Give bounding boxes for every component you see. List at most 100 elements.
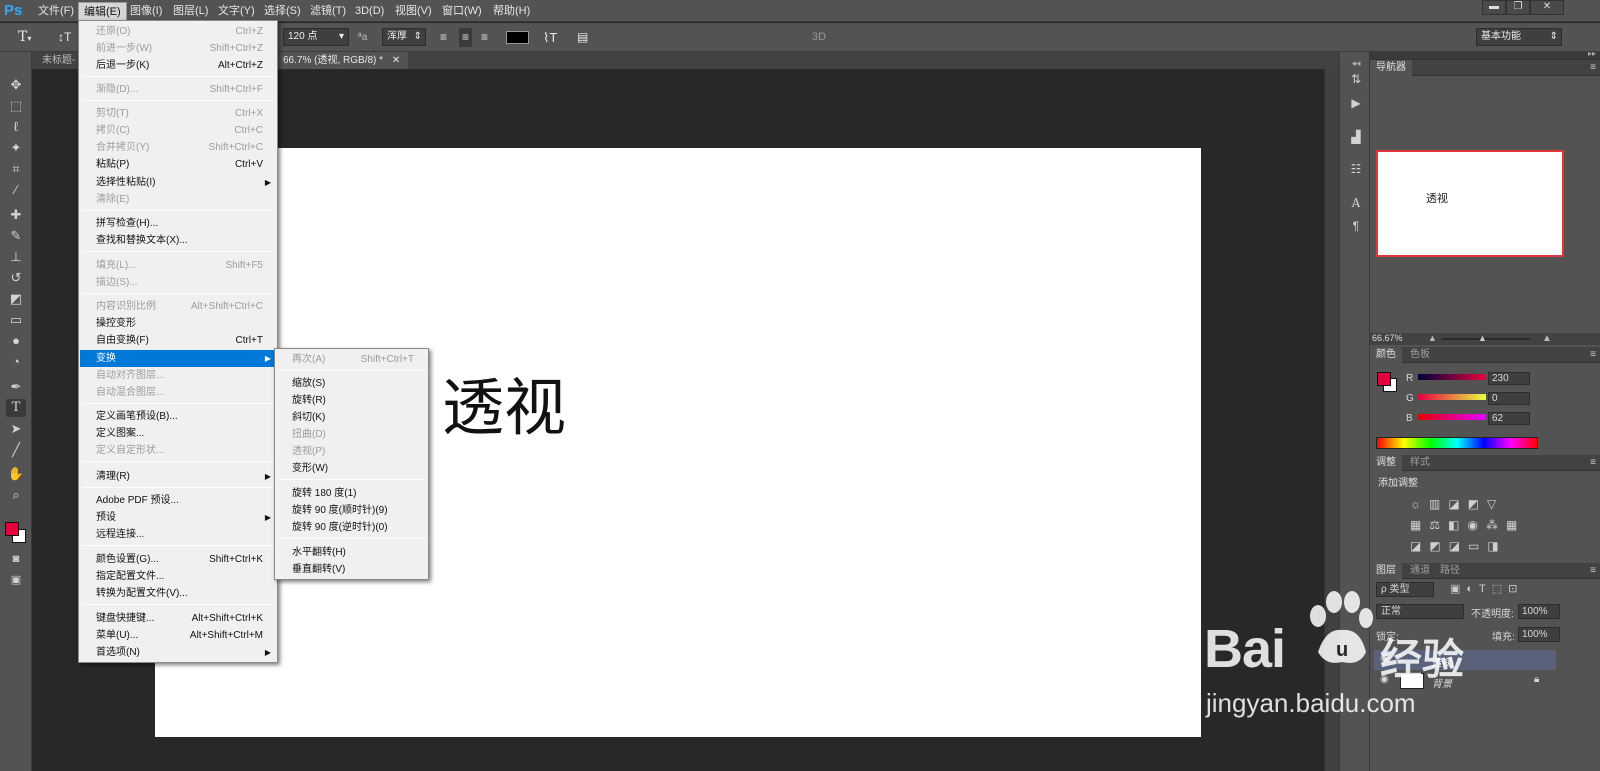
threed-label[interactable]: 3D xyxy=(812,28,826,47)
properties-panel-icon[interactable]: ☷ xyxy=(1346,160,1366,178)
menu-item-define-custom-shape[interactable]: 定义自定形状... xyxy=(80,442,276,459)
g-slider[interactable] xyxy=(1418,394,1486,400)
pen-tool-icon[interactable]: ✒ xyxy=(6,378,26,396)
posterize-icon[interactable]: ◩ xyxy=(1429,539,1448,553)
close-icon[interactable]: ✕ xyxy=(392,55,400,66)
menu-item-step-backward[interactable]: 后退一步(K) Alt+Ctrl+Z xyxy=(80,57,276,74)
menu-edit[interactable]: 编辑(E) xyxy=(78,2,127,20)
character-panel-icon[interactable]: ▤ xyxy=(577,28,588,47)
menu-item-scale[interactable]: 缩放(S) xyxy=(276,375,427,392)
menu-item-purge[interactable]: 清理(R) ▶ xyxy=(80,468,276,485)
menu-item-warp[interactable]: 变形(W) xyxy=(276,460,427,477)
adjustment-icons-grid[interactable]: ☼▥◪◩▽ ▦⚖◧◉⁂▦ ◪◩◪▭◨ xyxy=(1410,494,1550,558)
menu-item-rotate-180[interactable]: 旋转 180 度(1) xyxy=(276,485,427,502)
panel-menu-icon[interactable]: ≡ xyxy=(1590,563,1596,579)
shape-tool-icon[interactable]: ╱ xyxy=(6,441,26,459)
gradient-tool-icon[interactable]: ▭ xyxy=(6,311,26,329)
vibrance-icon[interactable]: ▽ xyxy=(1487,497,1504,511)
menu-item-flip-horizontal[interactable]: 水平翻转(H) xyxy=(276,544,427,561)
canvas-text-layer[interactable]: 透视 xyxy=(442,370,566,446)
tab-color[interactable]: 颜色 xyxy=(1370,347,1402,363)
menu-filter[interactable]: 滤镜(T) xyxy=(305,2,351,20)
menu-item-stroke[interactable]: 描边(S)... xyxy=(80,274,276,291)
antialias-select[interactable]: 浑厚 ⇕ xyxy=(382,28,426,46)
brightness-icon[interactable]: ☼ xyxy=(1410,497,1429,511)
close-button[interactable]: ✕ xyxy=(1530,0,1564,15)
tab-paths[interactable]: 路径 xyxy=(1434,563,1466,579)
photo-filter-icon[interactable]: ◉ xyxy=(1467,518,1485,532)
menu-select[interactable]: 选择(S) xyxy=(259,2,306,20)
menu-item-rotate-90-cw[interactable]: 旋转 90 度(顺时针)(9) xyxy=(276,502,427,519)
menu-item-presets[interactable]: 预设 ▶ xyxy=(80,509,276,526)
menu-item-keyboard-shortcuts[interactable]: 键盘快捷键... Alt+Shift+Ctrl+K xyxy=(80,610,276,627)
menu-item-perspective[interactable]: 透视(P) xyxy=(276,443,427,460)
menu-item-preferences[interactable]: 首选项(N) ▶ xyxy=(80,644,276,661)
panel-menu-icon[interactable]: ≡ xyxy=(1590,60,1596,76)
lasso-tool-icon[interactable]: ℓ xyxy=(6,118,26,136)
r-value-field[interactable]: 230 xyxy=(1488,372,1530,385)
threshold-icon[interactable]: ◪ xyxy=(1449,539,1468,553)
collapse-icon[interactable]: ▸▸ xyxy=(1588,49,1596,58)
menu-item-undo[interactable]: 还原(O) Ctrl+Z xyxy=(80,23,276,40)
menu-file[interactable]: 文件(F) xyxy=(33,2,79,20)
b-slider[interactable] xyxy=(1418,414,1486,420)
color-panel-foreground-swatch[interactable] xyxy=(1377,372,1391,386)
quick-mask-icon[interactable]: ◙ xyxy=(6,550,26,568)
menu-item-copy-merged[interactable]: 合并拷贝(Y) Shift+Ctrl+C xyxy=(80,139,276,156)
tab-styles[interactable]: 样式 xyxy=(1404,455,1436,471)
align-center-icon[interactable]: ≡ xyxy=(459,28,473,47)
menu-item-menus[interactable]: 菜单(U)... Alt+Shift+Ctrl+M xyxy=(80,627,276,644)
character-panel-icon[interactable]: A xyxy=(1346,194,1366,212)
navigator-preview[interactable]: 透视 xyxy=(1376,150,1564,257)
blur-tool-icon[interactable]: ● xyxy=(6,332,26,350)
levels-icon[interactable]: ▥ xyxy=(1429,497,1448,511)
magic-wand-tool-icon[interactable]: ✦ xyxy=(6,139,26,157)
menu-item-find-replace[interactable]: 查找和替换文本(X)... xyxy=(80,232,276,249)
channel-mixer-icon[interactable]: ⁂ xyxy=(1486,518,1506,532)
menu-item-free-transform[interactable]: 自由变换(F) Ctrl+T xyxy=(80,332,276,349)
menu-item-color-settings[interactable]: 颜色设置(G)... Shift+Ctrl+K xyxy=(80,551,276,568)
gradient-map-icon[interactable]: ▭ xyxy=(1468,539,1487,553)
workspace-select[interactable]: 基本功能 ⇕ xyxy=(1476,28,1562,46)
menu-item-skew[interactable]: 斜切(K) xyxy=(276,409,427,426)
menu-3d[interactable]: 3D(D) xyxy=(350,2,389,20)
zoom-out-icon[interactable]: ▲ xyxy=(1428,333,1437,343)
history-brush-tool-icon[interactable]: ↺ xyxy=(6,269,26,287)
actions-panel-icon[interactable]: ▶ xyxy=(1346,94,1366,112)
menu-item-cut[interactable]: 剪切(T) Ctrl+X xyxy=(80,105,276,122)
menu-item-assign-profile[interactable]: 指定配置文件... xyxy=(80,568,276,585)
black-white-icon[interactable]: ◧ xyxy=(1448,518,1467,532)
menu-item-rotate[interactable]: 旋转(R) xyxy=(276,392,427,409)
menu-image[interactable]: 图像(I) xyxy=(125,2,167,20)
menu-help[interactable]: 帮助(H) xyxy=(488,2,535,20)
menu-item-step-forward[interactable]: 前进一步(W) Shift+Ctrl+Z xyxy=(80,40,276,57)
tab-adjustments[interactable]: 调整 xyxy=(1370,455,1402,471)
menu-item-distort[interactable]: 扭曲(D) xyxy=(276,426,427,443)
menu-item-puppet-warp[interactable]: 操控变形 xyxy=(80,315,276,332)
menu-item-spell-check[interactable]: 拼写检查(H)... xyxy=(80,215,276,232)
menu-item-content-aware-scale[interactable]: 内容识别比例 Alt+Shift+Ctrl+C xyxy=(80,298,276,315)
menu-item-remote-connections[interactable]: 远程连接... xyxy=(80,526,276,543)
brush-tool-icon[interactable]: ✎ xyxy=(6,227,26,245)
crop-tool-icon[interactable]: ⌗ xyxy=(6,160,26,178)
history-panel-icon[interactable]: ⇅ xyxy=(1346,70,1366,88)
dodge-tool-icon[interactable]: ◔ xyxy=(6,353,26,371)
panel-menu-icon[interactable]: ≡ xyxy=(1590,347,1596,363)
g-value-field[interactable]: 0 xyxy=(1488,392,1530,405)
type-tool-icon[interactable]: T▾ xyxy=(18,28,31,47)
menu-item-auto-blend-layers[interactable]: 自动混合图层... xyxy=(80,384,276,401)
color-balance-icon[interactable]: ⚖ xyxy=(1429,518,1448,532)
menu-layer[interactable]: 图层(L) xyxy=(168,2,213,20)
zoom-tool-icon[interactable]: ⌕ xyxy=(6,486,26,504)
menu-item-flip-vertical[interactable]: 垂直翻转(V) xyxy=(276,561,427,578)
eyedropper-tool-icon[interactable]: ⁄ xyxy=(6,181,26,199)
hue-saturation-icon[interactable]: ▦ xyxy=(1410,518,1429,532)
zoom-slider-thumb-icon[interactable]: ▲ xyxy=(1478,333,1487,343)
stamp-tool-icon[interactable]: ⊥ xyxy=(6,248,26,266)
tab-swatches[interactable]: 色板 xyxy=(1404,347,1436,363)
menu-item-paste-special[interactable]: 选择性粘贴(I) ▶ xyxy=(80,174,276,191)
curves-icon[interactable]: ◪ xyxy=(1448,497,1467,511)
move-tool-icon[interactable]: ✥ xyxy=(6,76,26,94)
warp-text-icon[interactable]: ⌇T xyxy=(543,28,557,47)
menu-window[interactable]: 窗口(W) xyxy=(437,2,487,20)
